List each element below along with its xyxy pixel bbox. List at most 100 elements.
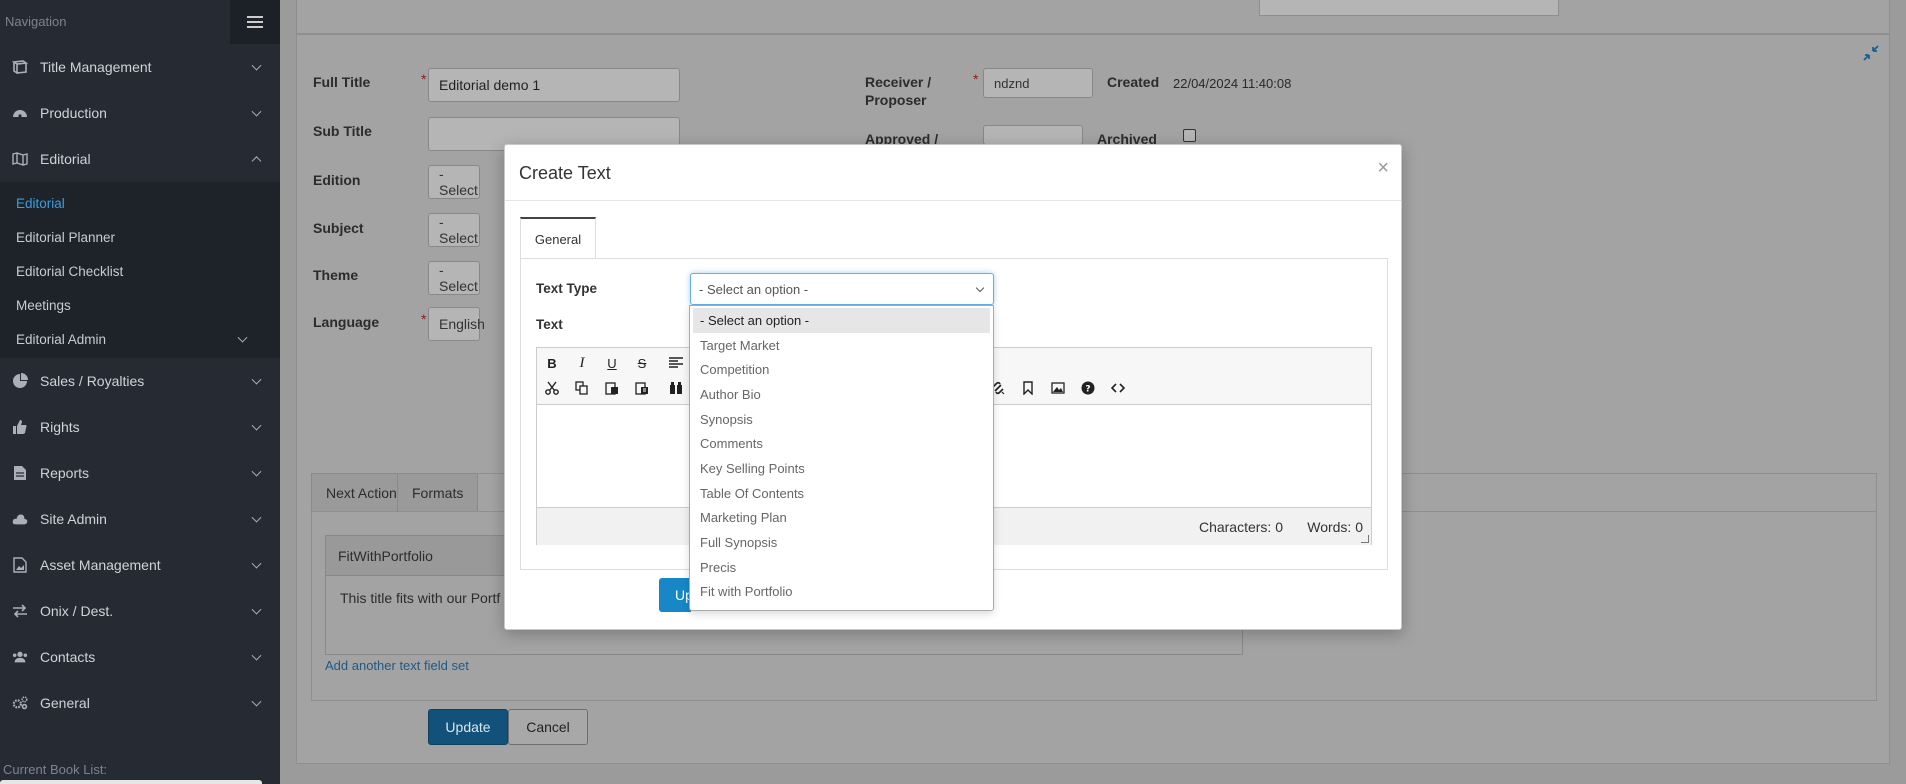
chevron-down-icon: [251, 558, 262, 569]
cloud-icon: [12, 511, 28, 527]
sidebar-item-label: Contacts: [40, 649, 96, 665]
language-select[interactable]: English: [428, 307, 485, 341]
dropdown-option[interactable]: Key Selling Points: [690, 456, 993, 481]
submenu-item-editorial-admin[interactable]: Editorial Admin: [0, 322, 280, 356]
chevron-down-icon: [251, 420, 262, 431]
close-icon[interactable]: ×: [1377, 157, 1389, 180]
archived-checkbox[interactable]: [1183, 129, 1196, 142]
full-title-label: Full Title: [313, 74, 371, 90]
created-label: Created: [1107, 74, 1160, 90]
italic-icon[interactable]: I: [571, 352, 593, 374]
sidebar-item-production[interactable]: Production: [0, 90, 280, 136]
tab-label: Formats: [412, 484, 464, 501]
image-icon[interactable]: [1047, 377, 1069, 399]
copy-icon[interactable]: [571, 377, 593, 399]
add-text-field-set-link[interactable]: Add another text field set: [325, 658, 469, 673]
submenu-item-meetings[interactable]: Meetings: [0, 288, 280, 322]
paste-text-icon[interactable]: [631, 377, 653, 399]
tab-formats[interactable]: Formats: [397, 473, 479, 511]
dropdown-option[interactable]: Target Market: [690, 333, 993, 358]
receiver-label: Receiver /: [865, 74, 932, 90]
sidebar-item-label: Title Management: [40, 59, 152, 75]
sidebar-item-contacts[interactable]: Contacts: [0, 634, 280, 680]
submenu-label: Editorial Checklist: [16, 263, 124, 279]
chevron-down-icon: [251, 604, 262, 615]
dropdown-option[interactable]: Table Of Contents: [690, 481, 993, 506]
current-book-list-select[interactable]: [0, 780, 262, 784]
edition-label: Edition: [313, 172, 361, 188]
theme-label: Theme: [313, 267, 359, 283]
gears-icon: [12, 695, 28, 711]
sidebar-item-asset-management[interactable]: Asset Management: [0, 542, 280, 588]
dropdown-option[interactable]: Author Bio: [690, 382, 993, 407]
tab-general[interactable]: General: [520, 217, 596, 259]
dropdown-option[interactable]: Synopsis: [690, 407, 993, 432]
submenu-label: Meetings: [16, 297, 71, 313]
editorial-submenu: Editorial Editorial Planner Editorial Ch…: [0, 182, 280, 358]
paste-icon[interactable]: [601, 377, 623, 399]
dropdown-option[interactable]: Full Synopsis: [690, 530, 993, 555]
chevron-down-icon: [251, 696, 262, 707]
sidebar: Navigation Title Management Production E…: [0, 0, 280, 784]
submenu-item-editorial-checklist[interactable]: Editorial Checklist: [0, 254, 280, 288]
cut-icon[interactable]: [541, 377, 563, 399]
chevron-down-icon: [251, 60, 262, 71]
bold-icon[interactable]: B: [541, 352, 563, 374]
sidebar-item-label: Reports: [40, 465, 90, 481]
compress-icon[interactable]: [1863, 45, 1879, 64]
dropdown-option[interactable]: Marketing Plan: [690, 506, 993, 531]
sidebar-item-rights[interactable]: Rights: [0, 404, 280, 450]
submenu-label: Editorial: [16, 195, 65, 211]
edition-select[interactable]: - Select: [428, 165, 480, 199]
submenu-item-editorial[interactable]: Editorial: [0, 186, 280, 220]
dropdown-option[interactable]: Fit with Portfolio: [690, 580, 993, 605]
underline-icon[interactable]: U: [601, 352, 623, 374]
sidebar-item-label: Rights: [40, 419, 80, 435]
subject-label: Subject: [313, 220, 364, 236]
resize-grip-icon[interactable]: [1361, 535, 1369, 543]
hamburger-icon: [247, 16, 263, 28]
pie-chart-icon: [12, 373, 28, 389]
status-select[interactable]: [1259, 0, 1559, 16]
cancel-button[interactable]: Cancel: [508, 709, 588, 745]
sidebar-header: Navigation: [0, 0, 280, 44]
sidebar-item-onix-dest[interactable]: Onix / Dest.: [0, 588, 280, 634]
text-type-label: Text Type: [536, 281, 598, 296]
image-icon: [12, 557, 28, 573]
submenu-label: Editorial Planner: [16, 229, 116, 245]
menu-toggle-button[interactable]: [230, 0, 280, 44]
theme-select[interactable]: - Select: [428, 261, 480, 295]
strikethrough-icon[interactable]: S: [631, 352, 653, 374]
sidebar-item-general[interactable]: General: [0, 680, 280, 726]
sidebar-item-reports[interactable]: Reports: [0, 450, 280, 496]
dropdown-option[interactable]: Competition: [690, 357, 993, 382]
dropdown-option[interactable]: Precis: [690, 555, 993, 580]
word-count: Words: 0: [1307, 519, 1363, 535]
sidebar-item-title-management[interactable]: Title Management: [0, 44, 280, 90]
help-icon[interactable]: ?: [1077, 377, 1099, 399]
subject-select[interactable]: - Select: [428, 213, 480, 247]
sidebar-item-editorial[interactable]: Editorial: [0, 136, 280, 182]
full-title-input[interactable]: Editorial demo 1: [428, 68, 680, 102]
chevron-up-icon: [251, 156, 262, 167]
approved-select[interactable]: [983, 125, 1083, 145]
exchange-icon: [12, 603, 28, 619]
bookmark-icon[interactable]: [1017, 377, 1039, 399]
receiver-select[interactable]: ndznd: [983, 68, 1093, 98]
required-mark: *: [973, 71, 979, 87]
align-left-icon[interactable]: [665, 352, 687, 374]
sidebar-item-site-admin[interactable]: Site Admin: [0, 496, 280, 542]
sidebar-item-sales-royalties[interactable]: Sales / Royalties: [0, 358, 280, 404]
source-code-icon[interactable]: [1107, 377, 1129, 399]
modal-update-button[interactable]: Up: [659, 578, 691, 612]
dropdown-option[interactable]: Comments: [690, 431, 993, 456]
text-type-select[interactable]: - Select an option -: [690, 273, 994, 305]
chevron-down-icon: [251, 466, 262, 477]
find-icon[interactable]: [665, 377, 687, 399]
sidebar-item-label: Site Admin: [40, 511, 107, 527]
dashboard-icon: [12, 105, 28, 121]
update-button[interactable]: Update: [428, 709, 508, 745]
dropdown-option[interactable]: - Select an option -: [693, 308, 990, 333]
sidebar-item-label: General: [40, 695, 90, 711]
submenu-item-editorial-planner[interactable]: Editorial Planner: [0, 220, 280, 254]
